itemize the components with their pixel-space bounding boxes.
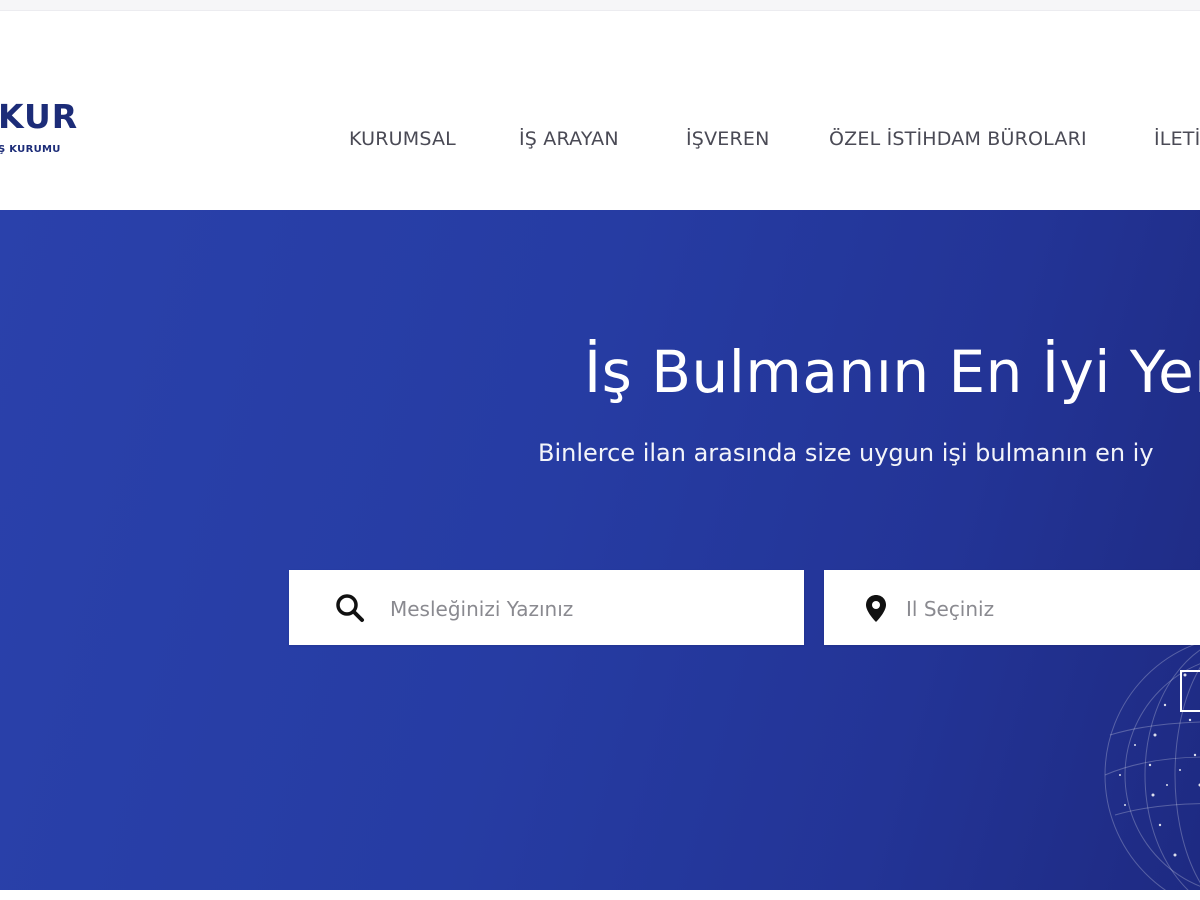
nav-item-isveren[interactable]: İŞVEREN <box>686 128 770 150</box>
main-nav: KURUMSAL İŞ ARAYAN İŞVEREN ÖZEL İSTİHDAM… <box>0 128 1200 152</box>
hero-action-button[interactable] <box>1180 670 1200 712</box>
nav-item-kurumsal[interactable]: KURUMSAL <box>349 128 456 150</box>
nav-item-ozel-istihdam-burolari[interactable]: ÖZEL İSTİHDAM BÜROLARI <box>829 128 1087 150</box>
hero-subtitle: Binlerce ilan arasında size uygun işi bu… <box>538 439 1154 467</box>
city-select-input[interactable] <box>904 570 1198 647</box>
site-header: KUR Ş KURUMU KURUMSAL İŞ ARAYAN İŞVEREN … <box>0 11 1200 210</box>
browser-top-strip <box>0 0 1200 11</box>
page-bottom-strip <box>0 890 1200 900</box>
job-search-input[interactable] <box>388 570 792 647</box>
hero-banner: İş Bulmanın En İyi Yer Binlerce ilan ara… <box>0 210 1200 890</box>
nav-item-is-arayan[interactable]: İŞ ARAYAN <box>519 128 619 150</box>
city-select-field[interactable] <box>824 570 1200 647</box>
hero-title: İş Bulmanın En İyi Yer <box>584 338 1200 406</box>
search-icon <box>334 592 366 624</box>
map-pin-icon <box>860 592 892 624</box>
nav-item-iletisim[interactable]: İLETİ <box>1154 128 1200 150</box>
job-search-field[interactable] <box>289 570 804 647</box>
